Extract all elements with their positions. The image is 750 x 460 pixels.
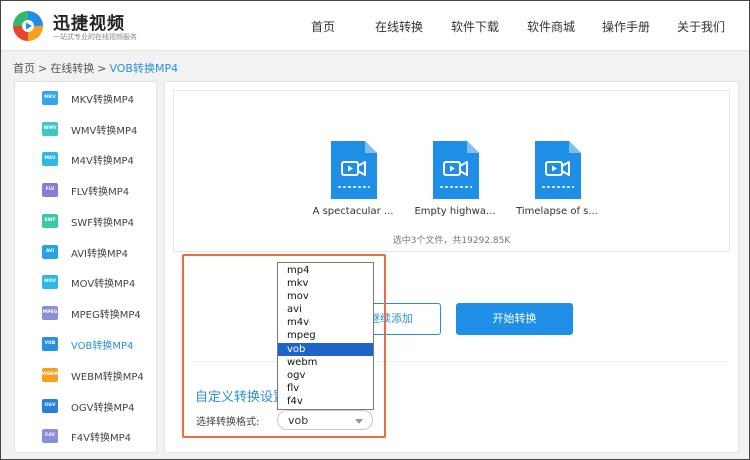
sidebar-item-label: M4V转换MP4 bbox=[71, 156, 134, 167]
sidebar-item-ogv[interactable]: OGV OGV转换MP4 bbox=[15, 392, 156, 420]
breadcrumb-online-convert[interactable]: 在线转换 bbox=[50, 62, 94, 75]
format-sidebar: MKV MKV转换MP4 WMV WMV转换MP4 M4V M4V转换MP4 F… bbox=[14, 81, 157, 453]
sidebar-item-flv[interactable]: FLV FLV转换MP4 bbox=[15, 176, 156, 204]
nav-manual[interactable]: 操作手册 bbox=[602, 18, 650, 35]
sidebar-item-wmv[interactable]: WMV WMV转换MP4 bbox=[15, 115, 156, 143]
breadcrumb-current: VOB转换MP4 bbox=[109, 62, 179, 75]
sidebar-item-webm[interactable]: WEBM WEBM转换MP4 bbox=[15, 361, 156, 389]
brand-slogan: 一站式专业的在线视频服务 bbox=[53, 33, 137, 41]
breadcrumb-separator: > bbox=[97, 62, 107, 75]
sidebar-item-label: MOV转换MP4 bbox=[71, 279, 136, 290]
flv-file-icon: FLV bbox=[42, 183, 58, 197]
sidebar-item-avi[interactable]: AVI AVI转换MP4 bbox=[15, 238, 156, 266]
site-header: 迅捷视频 一站式专业的在线视频服务 首页 在线转换 软件下载 软件商城 操作手册… bbox=[1, 1, 749, 51]
avi-file-icon: AVI bbox=[42, 245, 58, 259]
file-name: Empty highwa... bbox=[414, 206, 496, 217]
video-file-icon bbox=[331, 141, 377, 199]
brand-name: 迅捷视频 bbox=[53, 14, 125, 34]
sidebar-item-f4v[interactable]: F4V F4V转换MP4 bbox=[15, 422, 156, 450]
nav-software-download[interactable]: 软件下载 bbox=[451, 18, 499, 35]
selection-summary: 选中3个文件，共19292.85K bbox=[392, 236, 511, 246]
wmv-file-icon: WMV bbox=[42, 122, 58, 136]
logo-mark-icon bbox=[12, 10, 44, 42]
brand-logo[interactable]: 迅捷视频 一站式专业的在线视频服务 bbox=[11, 7, 151, 45]
sidebar-item-vob[interactable]: VOB VOB转换MP4 bbox=[15, 330, 156, 358]
sidebar-item-label: MPEG转换MP4 bbox=[71, 310, 141, 321]
breadcrumb-separator: > bbox=[38, 62, 48, 75]
mkv-file-icon: MKV bbox=[42, 91, 58, 105]
file-item[interactable]: A spectacular ... bbox=[298, 131, 408, 231]
file-list: A spectacular ... Empty highwa... Timela… bbox=[173, 90, 730, 252]
breadcrumb: 首页 > 在线转换 > VOB转换MP4 bbox=[13, 60, 178, 76]
video-file-icon bbox=[535, 141, 581, 199]
nav-software-store[interactable]: 软件商城 bbox=[527, 18, 575, 35]
sidebar-item-mkv[interactable]: MKV MKV转换MP4 bbox=[15, 84, 156, 112]
vob-file-icon: VOB bbox=[42, 337, 58, 351]
f4v-file-icon: F4V bbox=[42, 429, 58, 443]
file-item[interactable]: Empty highwa... bbox=[400, 131, 510, 231]
nav-about[interactable]: 关于我们 bbox=[677, 18, 725, 35]
file-name: A spectacular ... bbox=[312, 206, 394, 217]
sidebar-item-label: SWF转换MP4 bbox=[71, 218, 135, 229]
sidebar-item-label: FLV转换MP4 bbox=[71, 187, 130, 198]
video-file-icon bbox=[433, 141, 479, 199]
mpeg-file-icon: MPEG bbox=[42, 306, 58, 320]
sidebar-item-label: F4V转换MP4 bbox=[71, 433, 131, 444]
highlight-box bbox=[182, 254, 386, 438]
sidebar-item-swf[interactable]: SWF SWF转换MP4 bbox=[15, 207, 156, 235]
sidebar-item-mov[interactable]: MOV MOV转换MP4 bbox=[15, 268, 156, 296]
sidebar-item-label: VOB转换MP4 bbox=[71, 341, 134, 352]
breadcrumb-home[interactable]: 首页 bbox=[13, 62, 35, 75]
sidebar-item-label: WEBM转换MP4 bbox=[71, 372, 144, 383]
sidebar-item-label: AVI转换MP4 bbox=[71, 249, 129, 260]
ogv-file-icon: OGV bbox=[42, 399, 58, 413]
mov-file-icon: MOV bbox=[42, 275, 58, 289]
nav-online-convert[interactable]: 在线转换 bbox=[375, 18, 423, 35]
sidebar-item-mpeg[interactable]: MPEG MPEG转换MP4 bbox=[15, 299, 156, 327]
sidebar-item-label: OGV转换MP4 bbox=[71, 403, 135, 414]
webm-file-icon: WEBM bbox=[42, 368, 58, 382]
nav-home[interactable]: 首页 bbox=[311, 18, 335, 35]
sidebar-item-label: WMV转换MP4 bbox=[71, 126, 138, 137]
swf-file-icon: SWF bbox=[42, 214, 58, 228]
m4v-file-icon: M4V bbox=[42, 152, 58, 166]
sidebar-item-m4v[interactable]: M4V M4V转换MP4 bbox=[15, 145, 156, 173]
sidebar-item-label: MKV转换MP4 bbox=[71, 95, 135, 106]
start-convert-button[interactable]: 开始转换 bbox=[456, 303, 573, 335]
file-name: Timelapse of s... bbox=[516, 206, 598, 217]
file-item[interactable]: Timelapse of s... bbox=[502, 131, 612, 231]
